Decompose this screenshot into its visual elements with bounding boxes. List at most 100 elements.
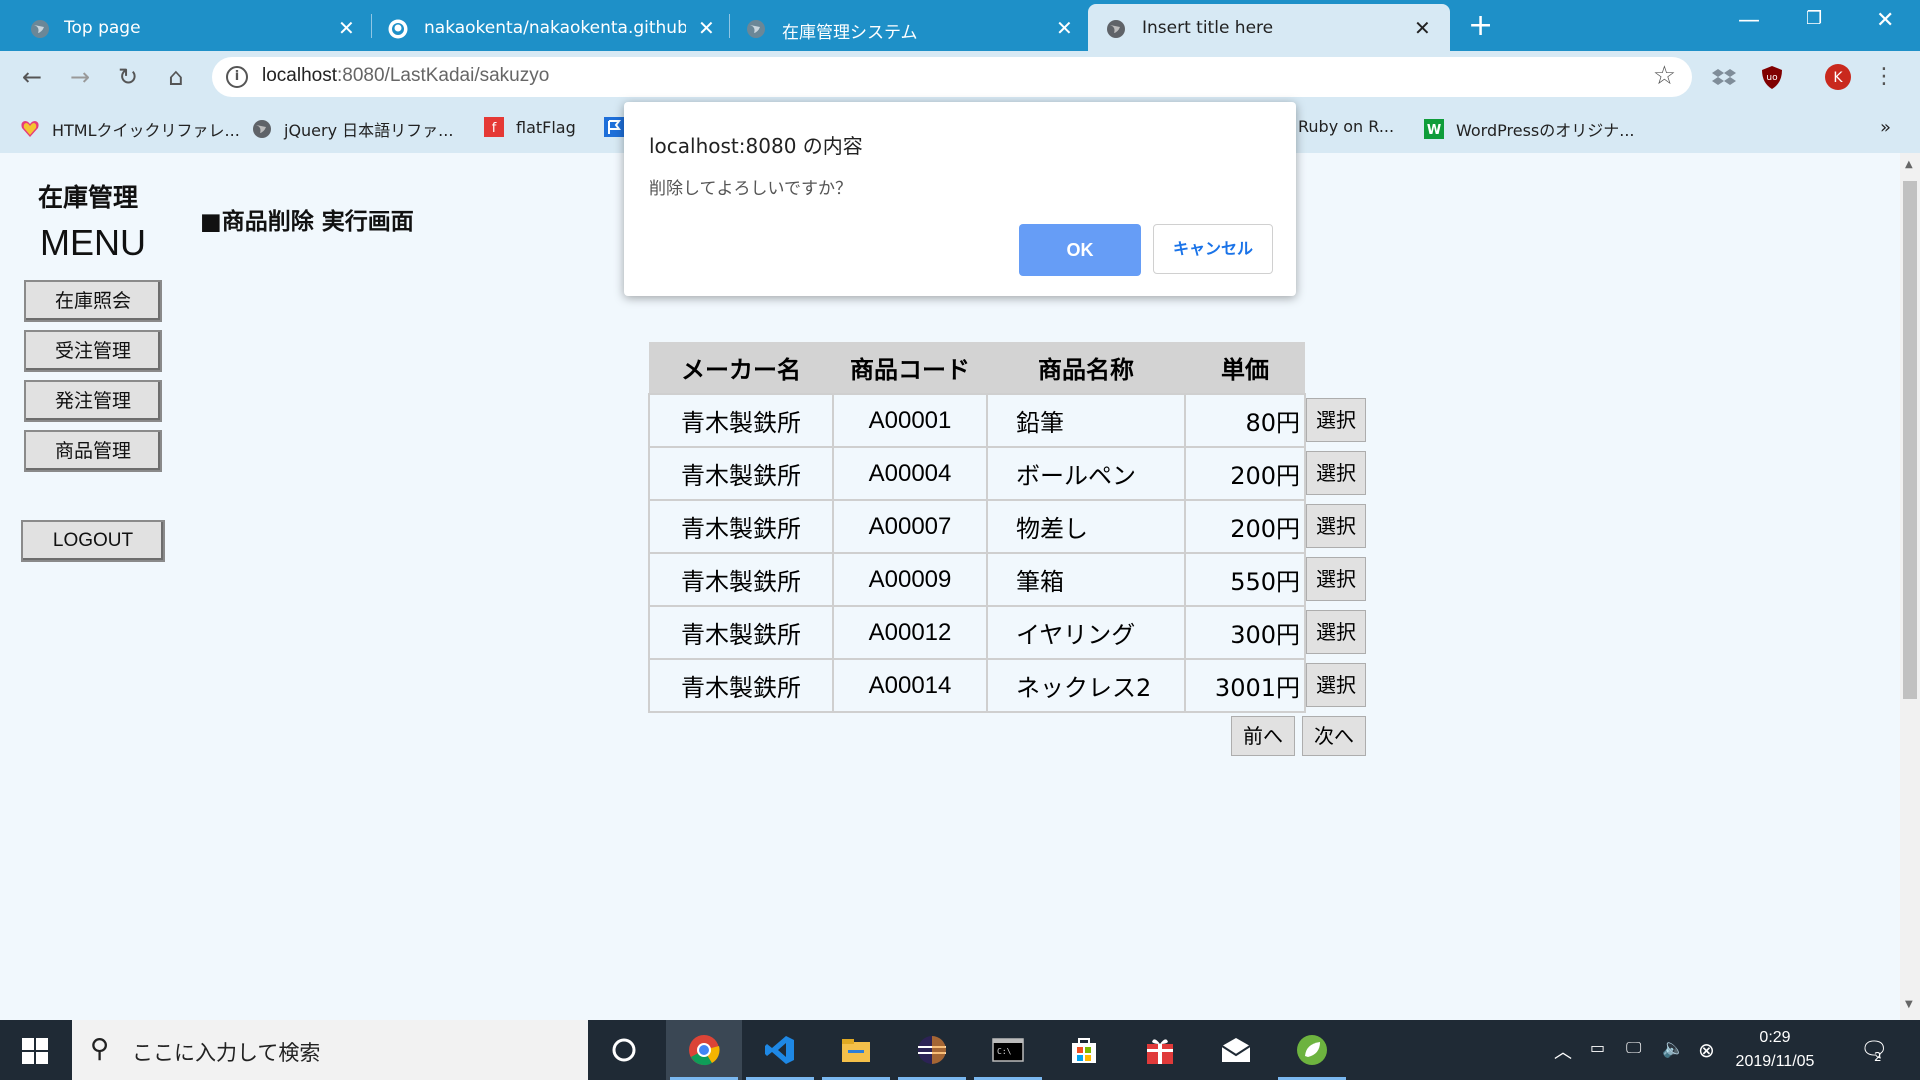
network-icon[interactable]: 🖵 [1626, 1038, 1641, 1058]
search-icon: ⚲ [90, 1034, 110, 1064]
select-button[interactable]: 選択 [1306, 610, 1366, 654]
taskbar-terminal[interactable]: C:\ [970, 1020, 1046, 1080]
more-bookmarks-icon[interactable]: » [1880, 117, 1891, 138]
chrome-icon [689, 1035, 720, 1066]
mail-icon [1221, 1038, 1251, 1062]
tab-title: Insert title here [1142, 18, 1274, 38]
select-button[interactable]: 選択 [1306, 451, 1366, 495]
tab-top-page[interactable]: Top page ✕ [0, 4, 370, 51]
close-window-icon[interactable]: ✕ [1876, 8, 1894, 33]
ublock-icon[interactable]: uo [1758, 63, 1786, 91]
forward-icon[interactable]: → [66, 63, 94, 91]
bookmark-jquery[interactable]: jQuery 日本語リファ... [252, 117, 453, 141]
taskbar-spring[interactable] [1274, 1020, 1350, 1080]
select-button[interactable]: 選択 [1306, 504, 1366, 548]
logout-button[interactable]: LOGOUT [21, 520, 165, 562]
sidebar-item-stock[interactable]: 在庫照会 [24, 280, 162, 322]
search-placeholder: ここに入力して検索 [132, 1041, 321, 1065]
volume-icon[interactable]: 🔈 [1662, 1038, 1684, 1059]
notifications-icon[interactable]: 🗨 2 [1860, 1038, 1888, 1064]
table-row: 青木製鉄所 A00001 鉛筆 80円 [648, 393, 1306, 448]
sidebar-item-products[interactable]: 商品管理 [24, 430, 162, 472]
svg-text:f: f [492, 121, 497, 136]
taskbar-clock[interactable]: 0:29 2019/11/05 [1720, 1026, 1830, 1074]
new-tab-icon[interactable]: + [1468, 8, 1493, 43]
next-page-button[interactable]: 次へ [1302, 716, 1366, 756]
price-cell: 550円 [1184, 552, 1306, 607]
select-button[interactable]: 選択 [1306, 663, 1366, 707]
windows-start-icon[interactable] [22, 1038, 48, 1064]
tab-title: 在庫管理システム [782, 23, 918, 43]
taskbar-search[interactable]: ⚲ ここに入力して検索 [72, 1020, 588, 1080]
close-icon[interactable]: ✕ [1056, 16, 1073, 40]
restore-icon[interactable]: ❐ [1806, 8, 1822, 29]
address-bar[interactable]: i localhost:8080/LastKadai/sakuzyo ☆ [212, 57, 1692, 97]
maker-cell: 青木製鉄所 [648, 552, 834, 607]
sidebar-title: 在庫管理 [38, 183, 139, 212]
taskbar-explorer[interactable] [818, 1020, 894, 1080]
name-cell: 鉛筆 [986, 393, 1186, 448]
dialog-title: localhost:8080 の内容 [649, 134, 863, 158]
tab-title: nakaokenta/nakaokenta.github.io [424, 18, 686, 38]
scroll-thumb[interactable] [1903, 181, 1917, 699]
sidebar-menu-label: MENU [40, 222, 146, 263]
page-scrollbar[interactable]: ▲ ▼ [1900, 153, 1920, 1020]
taskbar-chrome[interactable] [666, 1020, 742, 1080]
github-icon [388, 19, 408, 39]
cortana-button[interactable] [586, 1020, 662, 1080]
sidebar-item-orders-received[interactable]: 受注管理 [24, 330, 162, 372]
price-cell: 80円 [1184, 393, 1306, 448]
spring-icon [1297, 1035, 1327, 1065]
maker-cell: 青木製鉄所 [648, 605, 834, 660]
maker-cell: 青木製鉄所 [648, 658, 834, 713]
table-row: 青木製鉄所 A00004 ボールペン 200円 [648, 446, 1306, 501]
product-table: メーカー名 商品コード 商品名称 単価 青木製鉄所 A00001 鉛筆 80円 … [648, 342, 1306, 713]
bookmark-star-icon[interactable]: ☆ [1653, 61, 1676, 91]
table-row: 青木製鉄所 A00009 筆箱 550円 [648, 552, 1306, 607]
tab-inventory[interactable]: 在庫管理システム ✕ [730, 4, 1087, 51]
notification-count: 2 [1874, 1050, 1882, 1064]
info-icon[interactable]: i [226, 66, 248, 88]
taskbar-mail[interactable] [1198, 1020, 1274, 1080]
tray-chevron-icon[interactable]: ︿ [1554, 1038, 1572, 1064]
flatflag-icon: f [484, 117, 504, 137]
table-row: 青木製鉄所 A00012 イヤリング 300円 [648, 605, 1306, 660]
taskbar-gift[interactable] [1122, 1020, 1198, 1080]
globe-icon [31, 20, 49, 38]
column-header: 商品コード [833, 342, 987, 394]
ok-button[interactable]: OK [1019, 224, 1141, 276]
reload-icon[interactable]: ↻ [114, 63, 142, 91]
menu-kebab-icon[interactable]: ⋮ [1870, 63, 1898, 91]
dropbox-icon[interactable] [1710, 63, 1738, 91]
battery-icon[interactable]: ▭ [1590, 1038, 1605, 1057]
code-cell: A00007 [832, 499, 988, 554]
back-icon[interactable]: ← [18, 63, 46, 91]
bookmark-flatflag[interactable]: f flatFlag [484, 117, 576, 137]
avatar[interactable]: K [1824, 63, 1852, 91]
select-button[interactable]: 選択 [1306, 398, 1366, 442]
select-button[interactable]: 選択 [1306, 557, 1366, 601]
globe-icon [1107, 20, 1125, 38]
cortana-icon [612, 1038, 636, 1062]
terminal-icon: C:\ [992, 1038, 1024, 1062]
bookmark-ruby[interactable]: Ruby on R... [1298, 117, 1394, 136]
close-icon[interactable]: ✕ [698, 16, 715, 40]
scroll-up-icon[interactable]: ▲ [1905, 159, 1913, 170]
close-icon[interactable]: ✕ [338, 16, 355, 40]
minimize-icon[interactable]: — [1738, 8, 1760, 33]
status-x-icon[interactable]: ⊗ [1698, 1038, 1715, 1062]
home-icon[interactable]: ⌂ [162, 63, 190, 91]
cancel-button[interactable]: キャンセル [1153, 224, 1273, 274]
taskbar-vscode[interactable] [742, 1020, 818, 1080]
scroll-down-icon[interactable]: ▼ [1905, 999, 1913, 1010]
close-icon[interactable]: ✕ [1414, 16, 1431, 40]
sidebar-item-orders-placed[interactable]: 発注管理 [24, 380, 162, 422]
prev-page-button[interactable]: 前へ [1231, 716, 1295, 756]
gift-icon [1147, 1039, 1173, 1064]
tab-insert-title[interactable]: Insert title here ✕ [1088, 4, 1450, 51]
taskbar-eclipse[interactable] [894, 1020, 970, 1080]
bookmark-wordpress[interactable]: W WordPressのオリジナ... [1424, 117, 1635, 141]
bookmark-html[interactable]: HTMLクイックリファレ... [20, 117, 240, 141]
taskbar-store[interactable] [1046, 1020, 1122, 1080]
tab-github[interactable]: nakaokenta/nakaokenta.github.io ✕ [372, 4, 729, 51]
